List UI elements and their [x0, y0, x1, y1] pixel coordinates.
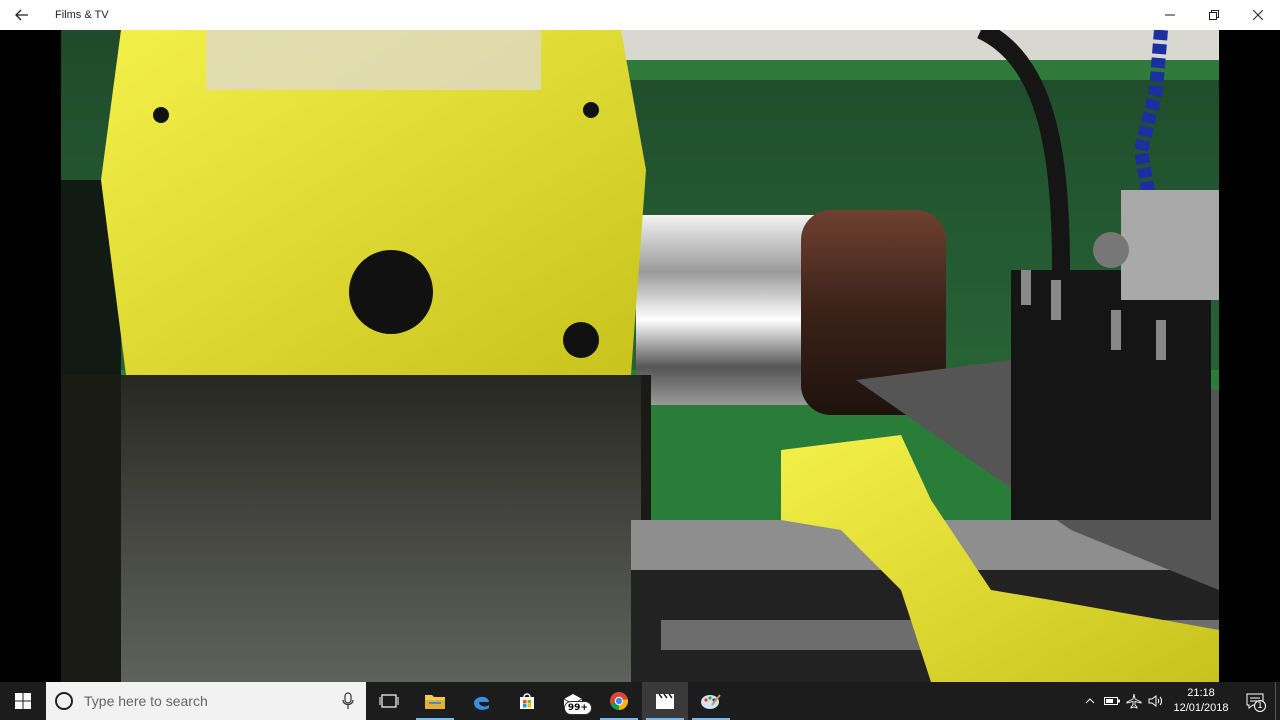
lathe-scene-image: [61, 30, 1219, 682]
clock-date: 12/01/2018: [1173, 702, 1229, 714]
mail-badge: 99+: [563, 701, 592, 715]
system-tray: 21:18 12/01/2018 1: [1079, 682, 1280, 720]
battery-icon: [1104, 697, 1120, 705]
taskbar: Type here to search 99+ 21:18 12/01/2018…: [0, 682, 1280, 720]
edge-icon: [474, 696, 489, 710]
title-bar: Films & TV: [0, 0, 1280, 30]
chevron-up-icon: [1085, 698, 1095, 704]
folder-icon: [425, 695, 445, 709]
paint-icon: [701, 694, 721, 709]
search-placeholder: Type here to search: [84, 693, 208, 709]
films-tv-button[interactable]: [642, 682, 688, 720]
action-center-button[interactable]: 1: [1235, 682, 1275, 720]
show-desktop-button[interactable]: [1275, 682, 1280, 720]
restore-icon: [1209, 10, 1219, 20]
paint-button[interactable]: [688, 682, 734, 720]
films-tv-icon: [656, 693, 674, 709]
volume-icon: [1148, 695, 1162, 707]
chrome-button[interactable]: [596, 682, 642, 720]
airplane-mode-button[interactable]: [1123, 682, 1145, 720]
back-button[interactable]: [0, 0, 44, 30]
notification-count: 1: [1254, 700, 1266, 712]
microphone-icon[interactable]: [342, 692, 354, 710]
restore-button[interactable]: [1192, 0, 1236, 30]
airplane-icon: [1126, 693, 1142, 709]
file-explorer-button[interactable]: [412, 682, 458, 720]
cortana-icon: [55, 692, 73, 710]
clock[interactable]: 21:18 12/01/2018: [1167, 686, 1235, 716]
battery-button[interactable]: [1101, 682, 1123, 720]
window-title: Films & TV: [55, 9, 109, 21]
video-player[interactable]: [0, 30, 1280, 682]
task-view-icon: [379, 694, 399, 708]
task-view-button[interactable]: [366, 682, 412, 720]
back-arrow-icon: [15, 9, 28, 21]
windows-logo-icon: [15, 693, 31, 709]
store-button[interactable]: [504, 682, 550, 720]
edge-button[interactable]: [458, 682, 504, 720]
minimize-button[interactable]: [1148, 0, 1192, 30]
search-box[interactable]: Type here to search: [46, 682, 366, 720]
clock-time: 21:18: [1187, 687, 1215, 699]
minimize-icon: [1165, 14, 1175, 16]
store-icon: [520, 693, 534, 709]
volume-button[interactable]: [1145, 682, 1167, 720]
video-frame[interactable]: [61, 30, 1219, 682]
start-button[interactable]: [0, 682, 46, 720]
mail-button[interactable]: 99+: [550, 682, 596, 720]
window-controls: [1148, 0, 1280, 30]
close-button[interactable]: [1236, 0, 1280, 30]
chrome-icon: [610, 692, 629, 711]
close-icon: [1253, 10, 1263, 20]
show-hidden-icons-button[interactable]: [1079, 682, 1101, 720]
